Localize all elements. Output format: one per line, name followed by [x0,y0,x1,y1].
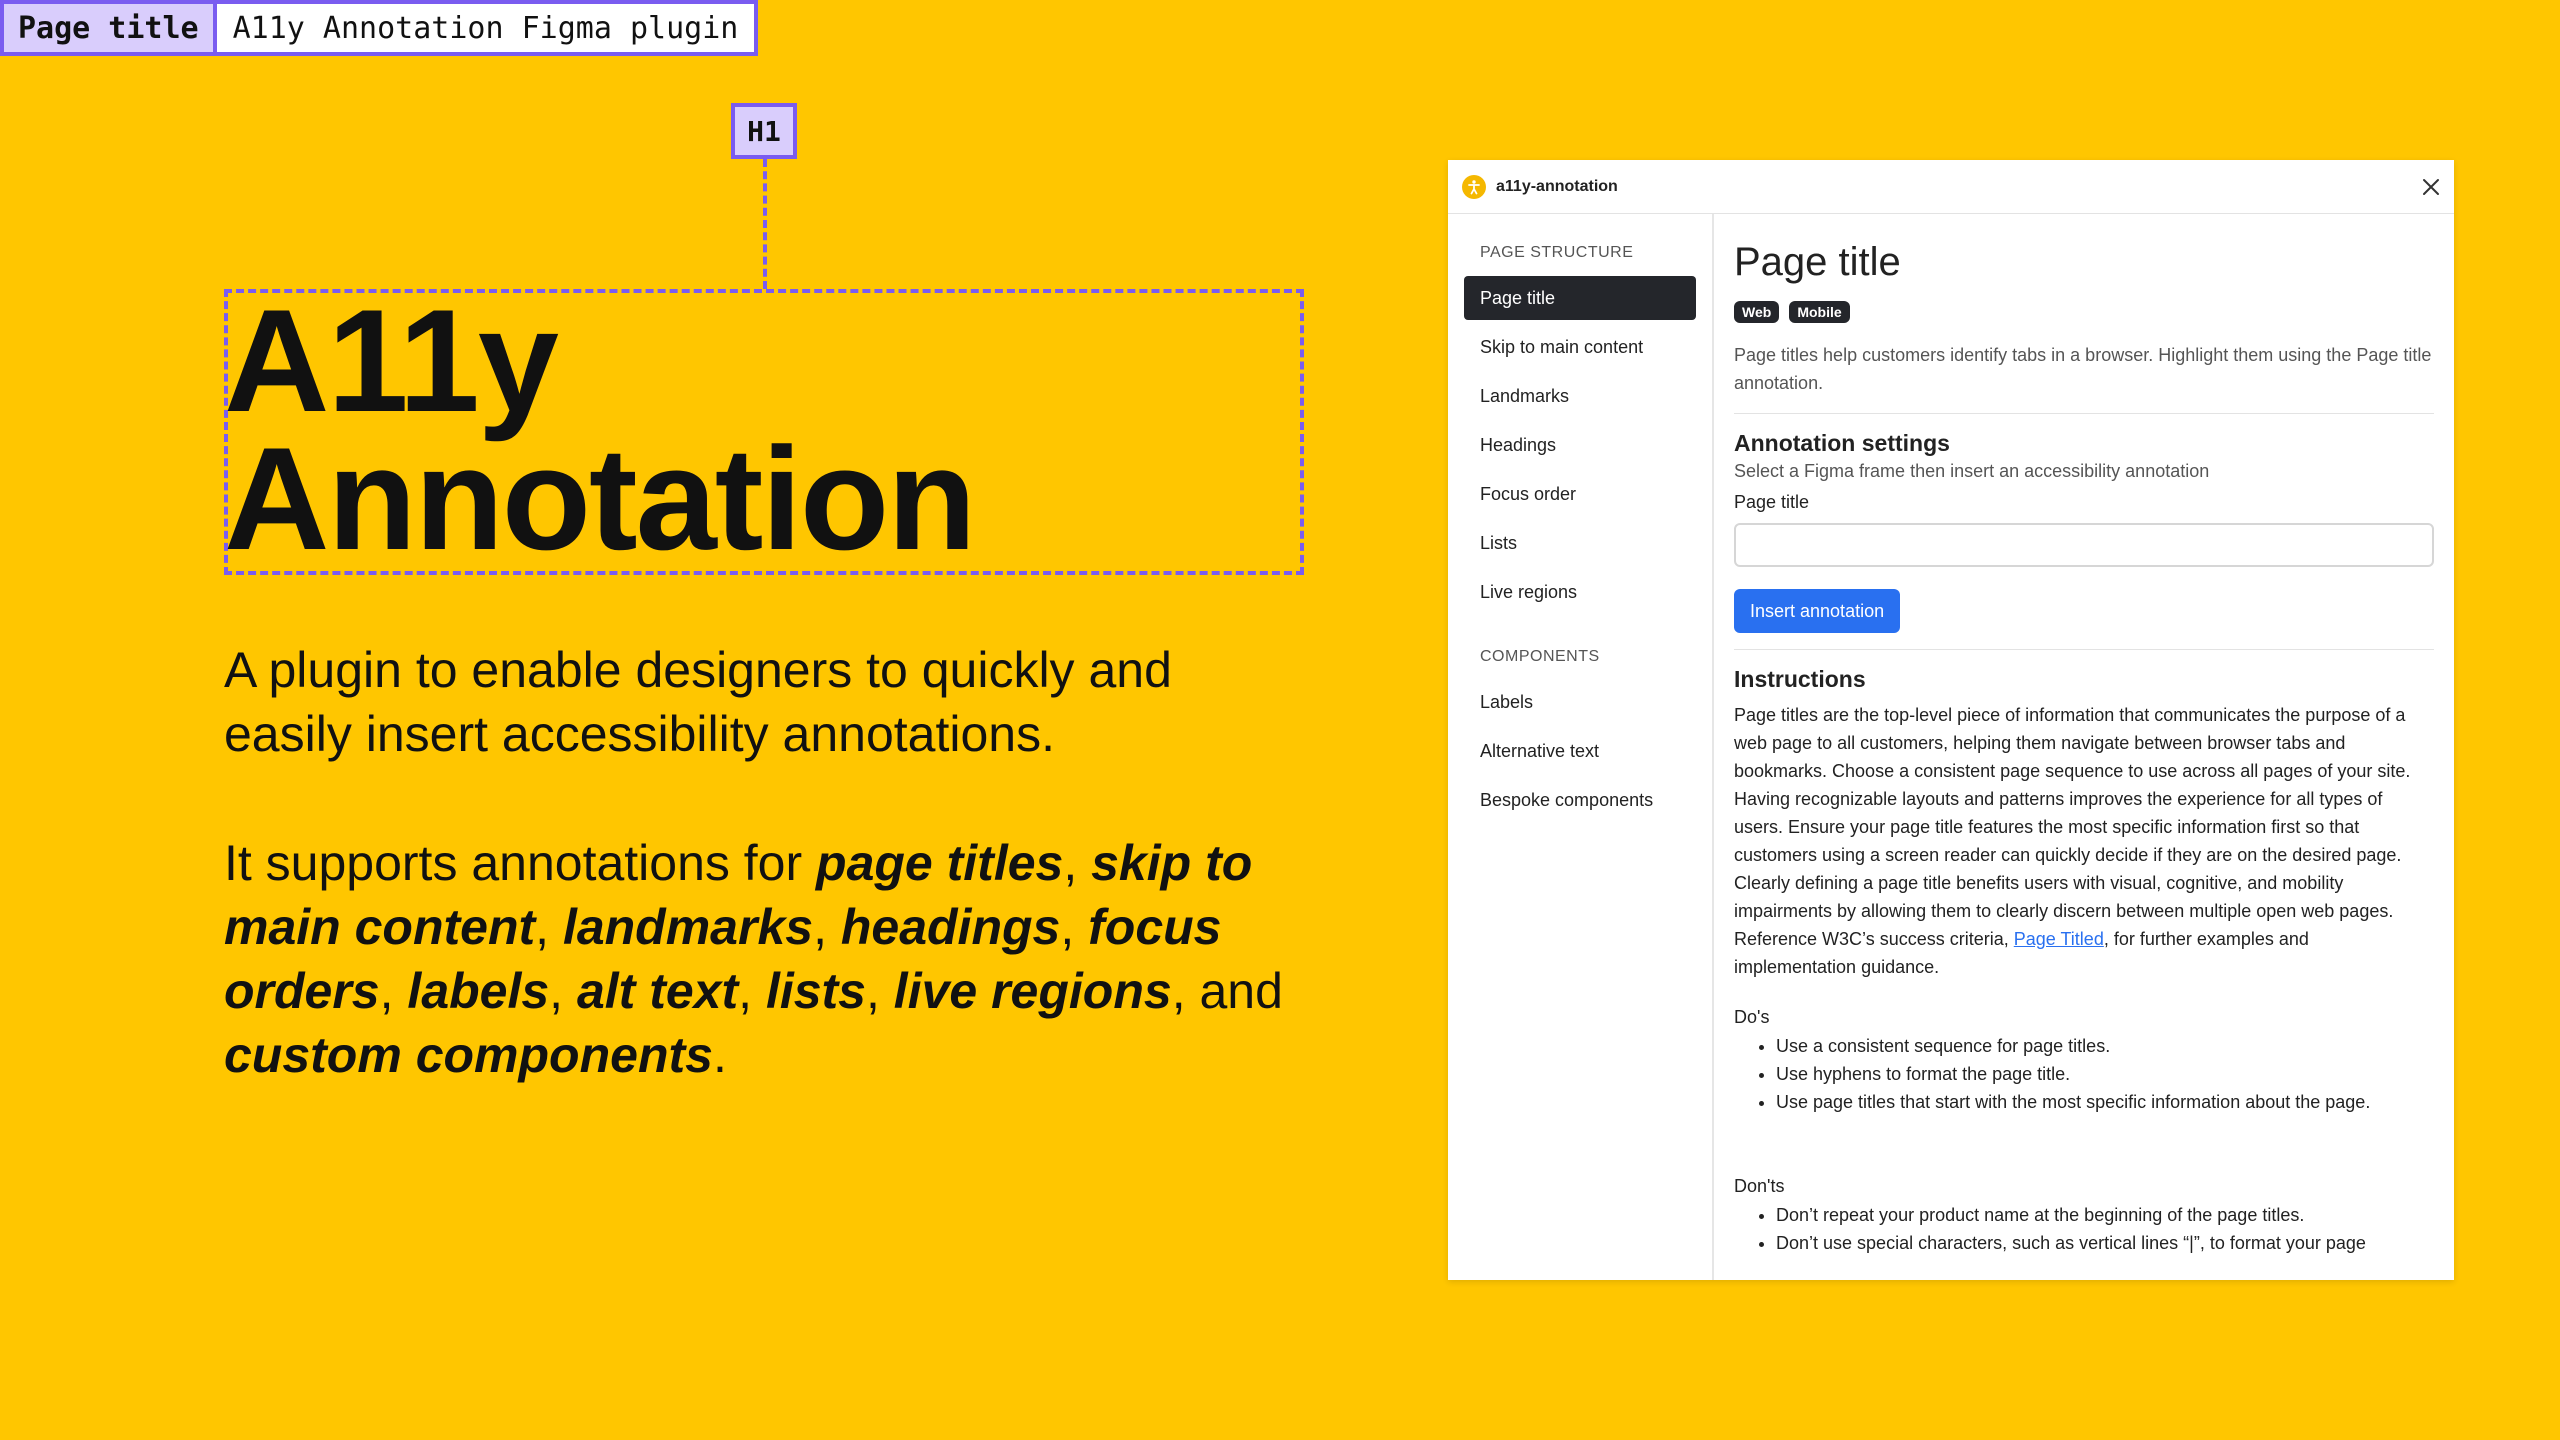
hero-title-line2: Annotation [224,417,976,580]
support-and: and [1199,963,1283,1019]
sidebar-item-landmarks[interactable]: Landmarks [1464,374,1696,418]
support-item: labels [407,963,550,1019]
hero-title: A11y Annotation [224,288,1324,572]
h1-annotation-connector [763,159,767,289]
plugin-header: a11y-annotation [1448,160,2454,214]
close-icon[interactable] [2422,174,2440,200]
support-item: custom components [224,1027,713,1083]
instructions-body: Page titles are the top-level piece of i… [1734,705,2411,949]
badge-mobile: Mobile [1789,301,1850,323]
insert-annotation-button[interactable]: Insert annotation [1734,589,1901,633]
platform-badges: Web Mobile [1734,301,2434,323]
list-item: Use hyphens to format the page title. [1776,1060,2434,1088]
support-item: page titles [816,835,1064,891]
badge-web: Web [1734,301,1780,323]
list-item: Don’t repeat your product name at the be… [1776,1201,2434,1229]
sidebar-item-bespoke-components[interactable]: Bespoke components [1464,778,1696,822]
support-item: landmarks [562,899,814,955]
donts-heading: Don'ts [1734,1176,1785,1196]
support-item: alt text [576,963,739,1019]
sidebar-item-labels[interactable]: Labels [1464,680,1696,724]
support-prefix: It supports annotations for [224,835,817,891]
instructions-text: Page titles are the top-level piece of i… [1734,701,2434,981]
dos-heading: Do's [1734,1007,1770,1027]
list-item: Don’t use special characters, such as ve… [1776,1229,2434,1257]
divider [1734,413,2434,414]
support-item: live regions [893,963,1172,1019]
accessibility-icon [1462,174,1486,199]
main-description: Page titles help customers identify tabs… [1734,345,2432,393]
divider [1734,649,2434,650]
hero-support-text: It supports annotations for page titles,… [224,835,1283,1083]
sidebar-item-alternative-text[interactable]: Alternative text [1464,729,1696,773]
sidebar-item-focus-order[interactable]: Focus order [1464,472,1696,516]
sidebar-item-headings[interactable]: Headings [1464,423,1696,467]
plugin-window: a11y-annotation PAGE STRUCTURE Page titl… [1448,160,2454,1280]
sidebar-section-components: COMPONENTS [1480,648,1600,665]
support-suffix: . [712,1027,727,1083]
annotation-tag-key: Page title [4,4,217,52]
page-title-field-label: Page title [1734,492,1810,512]
list-item: Use page titles that start with the most… [1776,1088,2434,1116]
support-item: headings [840,899,1061,955]
annotation-settings-heading: Annotation settings [1734,430,1950,456]
hero-description: A plugin to enable designers to quickly … [224,642,1172,762]
list-item: Use a consistent sequence for page title… [1776,1032,2434,1060]
instructions-heading: Instructions [1734,666,1866,692]
page-title-annotation-tag: Page title A11y Annotation Figma plugin [0,0,759,56]
plugin-main: Page title Web Mobile Page titles help c… [1714,214,2454,1280]
main-title: Page title [1734,240,1901,284]
plugin-body: PAGE STRUCTURE Page title Skip to main c… [1448,214,2454,1280]
dos-list: Use a consistent sequence for page title… [1734,1032,2434,1116]
sidebar-item-skip-to-main-content[interactable]: Skip to main content [1464,325,1696,369]
donts-list: Don’t repeat your product name at the be… [1734,1201,2434,1257]
h1-annotation-badge: H1 [731,103,797,159]
plugin-name: a11y-annotation [1496,177,1618,195]
sidebar-item-page-title[interactable]: Page title [1464,276,1696,320]
page-title-input[interactable] [1734,523,2434,567]
page-titled-link[interactable]: Page Titled [2014,929,2104,949]
plugin-sidebar: PAGE STRUCTURE Page title Skip to main c… [1448,214,1714,1280]
sidebar-item-lists[interactable]: Lists [1464,521,1696,565]
sidebar-item-live-regions[interactable]: Live regions [1464,570,1696,614]
sidebar-section-page-structure: PAGE STRUCTURE [1480,244,1634,261]
annotation-settings-subtitle: Select a Figma frame then insert an acce… [1734,461,2210,481]
annotation-tag-value: A11y Annotation Figma plugin [232,10,739,46]
support-item: lists [765,963,866,1019]
